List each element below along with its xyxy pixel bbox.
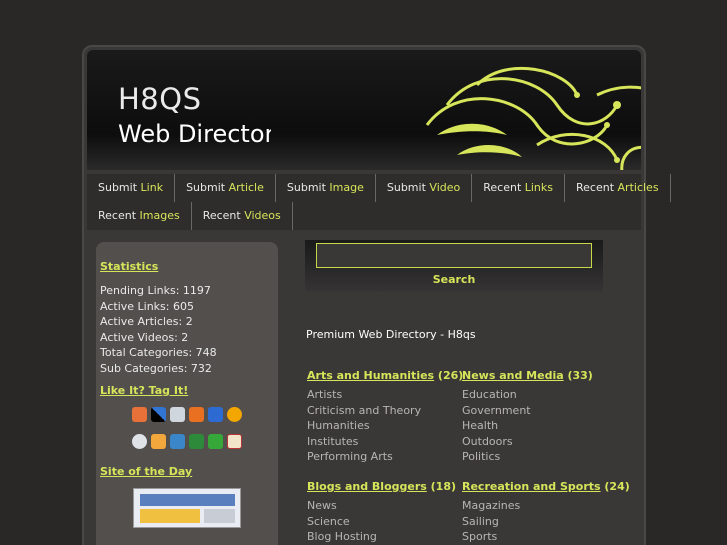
category-block: Arts and Humanities (26) Artists Criticism… <box>307 369 463 465</box>
category-link[interactable]: Blogs and Bloggers <box>307 480 427 493</box>
site-title: H8QS <box>118 82 202 116</box>
nav-link-submit-article[interactable]: Submit Article <box>175 174 276 202</box>
nav-link-recent-images[interactable]: Recent Images <box>87 202 192 230</box>
nav-link-prefix: Submit <box>286 181 330 194</box>
nav-link-prefix: Recent <box>202 209 245 222</box>
subcategory-link[interactable]: News <box>307 498 456 514</box>
site-of-day-heading[interactable]: Site of the Day <box>100 465 274 478</box>
spurl-icon[interactable] <box>170 434 185 449</box>
sidebar: Statistics Pending Links: 1197 Active Lin… <box>96 242 278 545</box>
category-count: (18) <box>426 480 457 493</box>
subcategory-link[interactable]: Outdoors <box>462 434 593 450</box>
stat-item: Active Links: 605 <box>100 299 194 313</box>
nav-link-prefix: Recent <box>483 181 525 194</box>
subcategory-link[interactable]: Humanities <box>307 418 463 434</box>
digg-icon[interactable] <box>170 407 185 422</box>
nav-link-highlight: Image <box>329 181 364 194</box>
nav-link-recent-articles[interactable]: Recent Articles <box>565 174 671 202</box>
subcategory-link[interactable]: Health <box>462 418 593 434</box>
bookmark-icons-row-1 <box>100 407 274 422</box>
subcategory-link[interactable]: Education <box>462 387 593 403</box>
subcategory-link[interactable]: Government <box>462 403 593 419</box>
subcategory-link[interactable]: Sports <box>462 529 630 545</box>
nav-link-prefix: Submit <box>386 181 430 194</box>
category-title: Arts and Humanities (26) <box>307 369 463 382</box>
nav-link-highlight: Images <box>139 209 180 222</box>
nav-link-prefix: Submit <box>98 181 141 194</box>
site-subtitle: Web Directory <box>118 120 271 148</box>
furl-icon[interactable] <box>189 407 204 422</box>
subcategory-link[interactable]: Performing Arts <box>307 449 463 465</box>
subcategory-link[interactable]: Blog Hosting <box>307 529 456 545</box>
nav-link-highlight: Articles <box>617 181 659 194</box>
site-of-day-thumbnail[interactable] <box>133 488 241 528</box>
search-input[interactable] <box>316 243 592 268</box>
search-panel: Search <box>305 240 603 292</box>
category-block: News and Media (33) Education Government He… <box>462 369 593 465</box>
google-icon[interactable] <box>208 407 223 422</box>
nav-row-1: Submit Link Submit Article Submit Image Sub… <box>87 174 671 202</box>
nav-link-highlight: Video <box>429 181 461 194</box>
category-title: News and Media (33) <box>462 369 593 382</box>
blinklist-icon[interactable] <box>151 434 166 449</box>
nav-link-highlight: Link <box>140 181 164 194</box>
category-count: (26) <box>434 369 464 382</box>
nav-link-recent-videos[interactable]: Recent Videos <box>192 202 293 230</box>
directory-tagline: Premium Web Directory - H8qs <box>306 328 476 341</box>
stat-item: Sub Categories: 732 <box>100 361 212 375</box>
reddit-icon[interactable] <box>132 434 147 449</box>
nav-row-2: Recent Images Recent Videos <box>87 202 641 230</box>
category-link[interactable]: Arts and Humanities <box>307 369 434 382</box>
statistics-list: Pending Links: 1197 Active Links: 605 Acti… <box>100 283 274 376</box>
stat-item: Pending Links: 1197 <box>100 284 211 297</box>
stat-item: Active Videos: 2 <box>100 330 189 344</box>
nav-link-submit-image[interactable]: Submit Image <box>276 174 376 202</box>
category-link[interactable]: News and Media <box>462 369 564 382</box>
yahoo-icon[interactable] <box>227 434 242 449</box>
bookmark-icons-row-2 <box>100 434 274 449</box>
statistics-heading[interactable]: Statistics <box>100 260 274 273</box>
main-nav: Submit Link Submit Article Submit Image Sub… <box>87 174 671 230</box>
nav-link-prefix: Submit <box>186 181 229 194</box>
category-block: Blogs and Bloggers (18) News Science Blog H… <box>307 480 456 545</box>
subcategory-link[interactable]: Sailing <box>462 514 630 530</box>
bookmark-icon[interactable] <box>132 407 147 422</box>
category-title: Recreation and Sports (24) <box>462 480 630 493</box>
delicious-icon[interactable] <box>151 407 166 422</box>
nav-link-highlight: Videos <box>244 209 281 222</box>
category-title: Blogs and Bloggers (18) <box>307 480 456 493</box>
nav-link-submit-link[interactable]: Submit Link <box>87 174 176 202</box>
subcategory-link[interactable]: Magazines <box>462 498 630 514</box>
tag-it-heading[interactable]: Like It? Tag It! <box>100 384 274 397</box>
category-block: Recreation and Sports (24) Magazines Saili… <box>462 480 630 545</box>
subcategory-link[interactable]: Criticism and Theory <box>307 403 463 419</box>
nav-link-highlight: Links <box>524 181 554 194</box>
subcategory-link[interactable]: Artists <box>307 387 463 403</box>
sun-icon[interactable] <box>227 407 242 422</box>
subcategory-link[interactable]: Institutes <box>307 434 463 450</box>
nav-link-recent-links[interactable]: Recent Links <box>472 174 566 202</box>
swirl-decoration <box>425 66 641 170</box>
category-count: (33) <box>563 369 593 382</box>
subcategory-link[interactable]: Science <box>307 514 456 530</box>
technorati-icon[interactable] <box>208 434 223 449</box>
category-count: (24) <box>600 480 630 493</box>
stat-item: Total Categories: 748 <box>100 346 217 359</box>
category-link[interactable]: Recreation and Sports <box>462 480 601 493</box>
stat-item: Active Articles: 2 <box>100 315 193 328</box>
nav-link-submit-video[interactable]: Submit Video <box>376 174 473 202</box>
nav-link-prefix: Recent <box>576 181 618 194</box>
nav-link-prefix: Recent <box>98 209 140 222</box>
search-button[interactable]: Search <box>305 270 603 288</box>
nav-link-highlight: Article <box>228 181 264 194</box>
stumbleupon-icon[interactable] <box>189 434 204 449</box>
subcategory-link[interactable]: Politics <box>462 449 593 465</box>
